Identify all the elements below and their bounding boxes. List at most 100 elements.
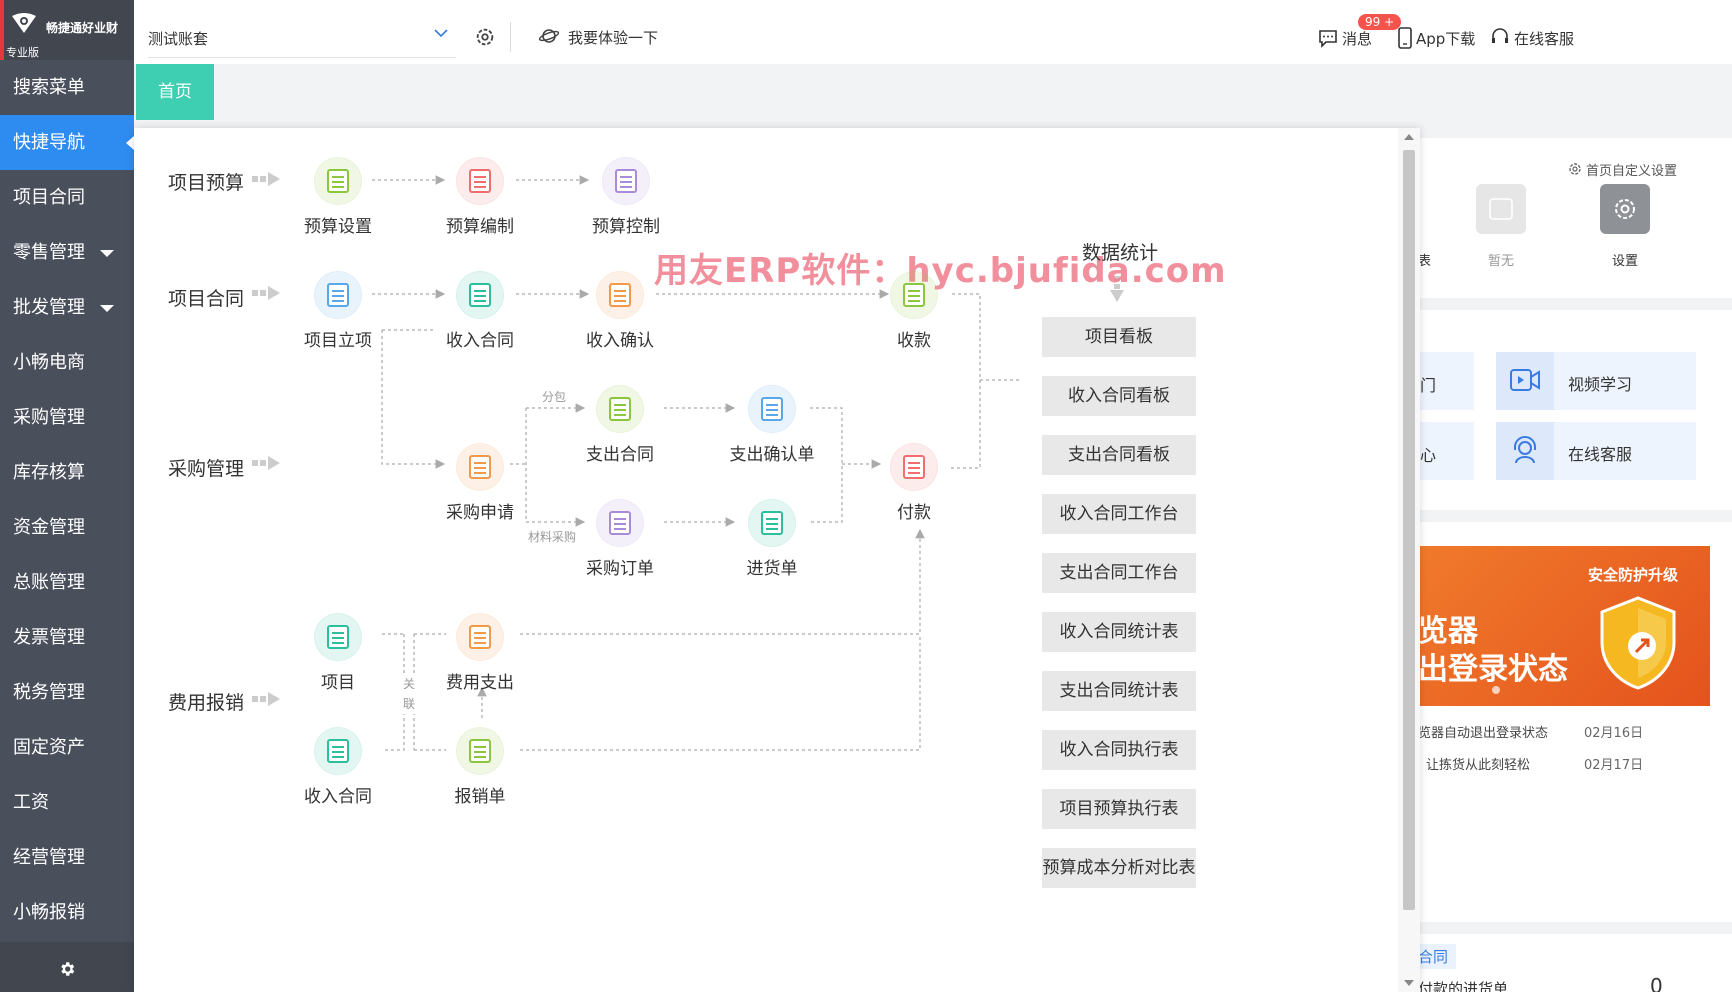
placeholder-icon — [1489, 198, 1513, 220]
account-select[interactable]: 测试账套 — [148, 18, 456, 58]
news-title[interactable]: 让拣货从此刻轻松 — [1426, 754, 1530, 773]
reimbursement-node[interactable]: 报销单 — [420, 728, 540, 807]
receipt-note-node[interactable]: 进货单 — [712, 500, 832, 579]
scroll-down-arrow[interactable] — [1404, 980, 1414, 986]
logo-accent-bar — [0, 0, 4, 60]
sidebar-item-label: 发票管理 — [13, 627, 85, 648]
income-contract-node[interactable]: 收入合同 — [420, 272, 540, 351]
document-shape — [469, 169, 491, 193]
document-icon — [603, 158, 649, 204]
app-download-link[interactable]: App下载 — [1416, 28, 1475, 49]
document-icon — [457, 614, 503, 660]
document-shape — [903, 455, 925, 479]
budget-setting-node[interactable]: 预算设置 — [278, 158, 398, 237]
banner-tag: 安全防护升级 — [1588, 566, 1679, 584]
sidebar-item[interactable]: 批发管理 — [0, 280, 134, 335]
stats-report-button[interactable]: 项目预算执行表 — [1042, 789, 1196, 829]
promo-banner[interactable]: 安全防护升级 览器 出登录状态 — [1418, 546, 1710, 706]
contract-tag[interactable]: 合同 — [1418, 944, 1457, 969]
stats-report-button[interactable]: 收入合同工作台 — [1042, 494, 1196, 534]
stats-report-button[interactable]: 收入合同执行表 — [1042, 730, 1196, 770]
phone-icon — [1398, 27, 1412, 49]
document-lines — [332, 176, 344, 178]
account-settings-icon[interactable] — [474, 26, 496, 48]
document-lines — [332, 746, 344, 748]
brand-name: 畅捷通好业财 — [46, 21, 119, 35]
document-icon — [749, 386, 795, 432]
sidebar-item[interactable]: 资金管理 — [0, 500, 134, 555]
news-card: 安全防护升级 览器 出登录状态 览器自动退出登录状态 02月16日 让拣货从此刻… — [1418, 522, 1732, 922]
document-lines — [474, 176, 486, 178]
sidebar-item[interactable]: 小畅报销 — [0, 885, 134, 940]
pending-receipt-label[interactable]: 付款的进货单 — [1418, 978, 1508, 992]
stats-report-button[interactable]: 支出合同统计表 — [1042, 671, 1196, 711]
document-lines — [474, 290, 486, 292]
sidebar-item[interactable]: 项目合同 — [0, 170, 134, 225]
document-shape — [469, 739, 491, 763]
purchase-request-node[interactable]: 采购申请 — [420, 444, 540, 523]
sidebar: 畅捷通好业财 专业版 搜索菜单 快捷导航 项目合同 零售管理 批发管理 小畅电商 采购管理库… — [0, 0, 134, 992]
modal-scrollbar[interactable] — [1398, 128, 1420, 992]
message-count-badge: 99 + — [1358, 14, 1402, 30]
sidebar-item-label: 经营管理 — [13, 847, 85, 868]
tab-home[interactable]: 首页 — [136, 64, 214, 120]
budget-control-node[interactable]: 预算控制 — [566, 158, 686, 237]
payment-node[interactable]: 付款 — [854, 444, 974, 523]
income-confirm-node[interactable]: 收入确认 — [560, 272, 680, 351]
scrollbar-thumb[interactable] — [1403, 150, 1415, 910]
document-shape — [469, 283, 491, 307]
scroll-up-arrow[interactable] — [1404, 134, 1414, 140]
video-icon — [1510, 369, 1540, 391]
sidebar-item[interactable]: 总账管理 — [0, 555, 134, 610]
document-lines — [614, 290, 626, 292]
stats-report-button[interactable]: 支出合同工作台 — [1042, 553, 1196, 593]
stats-report-button[interactable]: 收入合同看板 — [1042, 376, 1196, 416]
sidebar-item[interactable]: 发票管理 — [0, 610, 134, 665]
try-demo-link[interactable]: 我要体验一下 — [568, 27, 658, 48]
expense-contract-node[interactable]: 支出合同 — [560, 386, 680, 465]
video-learning-tile[interactable]: 视频学习 — [1496, 352, 1696, 410]
sidebar-item[interactable]: 搜索菜单 — [0, 60, 134, 115]
budget-compile-node[interactable]: 预算编制 — [420, 158, 540, 237]
sidebar-item[interactable]: 工资 — [0, 775, 134, 830]
sidebar-item-label: 固定资产 — [13, 737, 85, 758]
online-support-tile[interactable]: 在线客服 — [1496, 422, 1696, 480]
custom-settings-link[interactable]: 首页自定义设置 — [1586, 160, 1677, 179]
node-label: 预算编制 — [446, 217, 514, 237]
project-setup-node[interactable]: 项目立项 — [278, 272, 398, 351]
online-support-link[interactable]: 在线客服 — [1514, 28, 1574, 49]
fee-expense-node[interactable]: 费用支出 — [420, 614, 540, 693]
settings-shortcut-tile[interactable] — [1600, 184, 1650, 234]
news-title[interactable]: 览器自动退出登录状态 — [1418, 722, 1548, 741]
carousel-dot[interactable] — [1492, 686, 1500, 694]
node-label: 采购申请 — [446, 503, 514, 523]
sidebar-item[interactable]: 快捷导航 — [0, 115, 134, 170]
document-icon — [749, 500, 795, 546]
sidebar-item[interactable]: 经营管理 — [0, 830, 134, 885]
collection-node[interactable]: 收款 — [854, 272, 974, 351]
sidebar-item[interactable]: 固定资产 — [0, 720, 134, 775]
node-label: 预算控制 — [592, 217, 660, 237]
purchase-order-node[interactable]: 采购订单 — [560, 500, 680, 579]
project-node[interactable]: 项目 — [278, 614, 398, 693]
logo[interactable]: 畅捷通好业财 专业版 — [0, 0, 134, 60]
security-shield-icon — [1600, 596, 1676, 690]
messages-link[interactable]: 消息 — [1342, 28, 1372, 49]
sidebar-item[interactable]: 零售管理 — [0, 225, 134, 280]
stats-report-button[interactable]: 项目看板 — [1042, 317, 1196, 357]
node-label: 收入合同 — [446, 331, 514, 351]
sidebar-item[interactable]: 库存核算 — [0, 445, 134, 500]
message-icon[interactable] — [1318, 28, 1338, 48]
empty-shortcut-label: 暂无 — [1488, 254, 1515, 269]
sidebar-item[interactable]: 税务管理 — [0, 665, 134, 720]
expense-confirm-node[interactable]: 支出确认单 — [712, 386, 832, 465]
stats-report-button[interactable]: 收入合同统计表 — [1042, 612, 1196, 652]
income-contract-2-node[interactable]: 收入合同 — [278, 728, 398, 807]
document-shape — [615, 169, 637, 193]
stats-report-button[interactable]: 支出合同看板 — [1042, 435, 1196, 475]
stats-report-button[interactable]: 预算成本分析对比表 — [1042, 848, 1196, 888]
sidebar-item[interactable]: 小畅电商 — [0, 335, 134, 390]
sidebar-item[interactable]: 采购管理 — [0, 390, 134, 445]
sidebar-settings-button[interactable] — [0, 942, 134, 992]
gear-icon — [61, 961, 75, 976]
